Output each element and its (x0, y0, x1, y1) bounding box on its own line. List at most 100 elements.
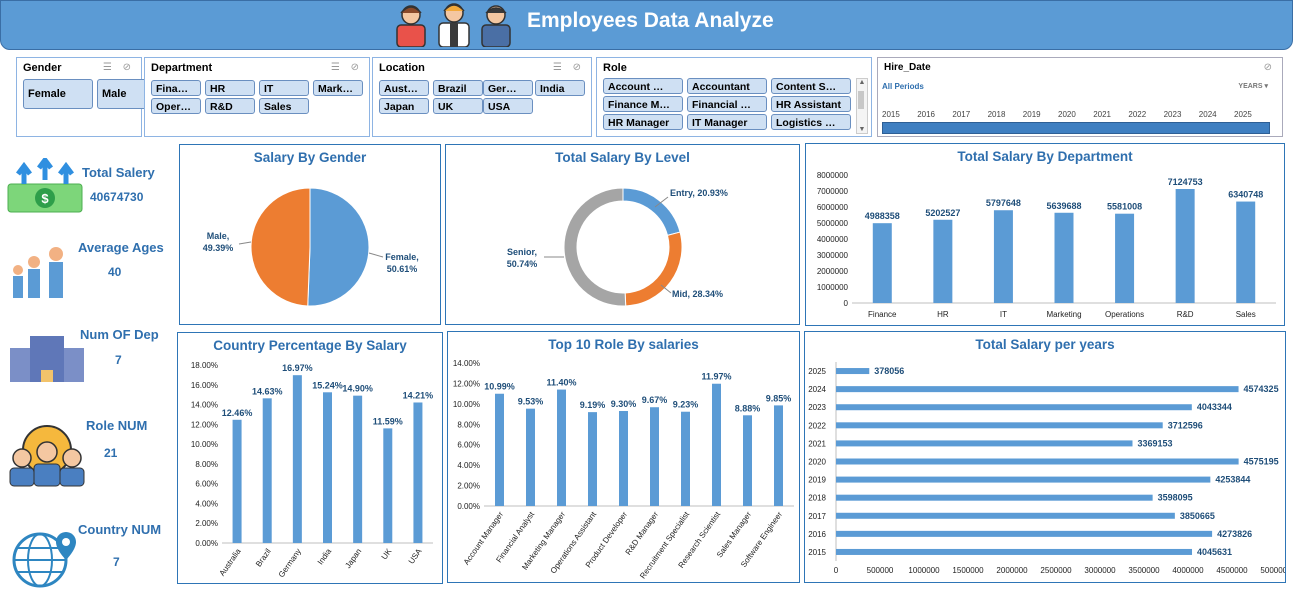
slicer-multiselect-clear-icon[interactable]: ☰ ⊘ (331, 62, 363, 73)
bar-brazil (262, 398, 272, 543)
data-label: 14.63% (252, 386, 283, 396)
slicer-item-uk[interactable]: UK (433, 98, 483, 114)
slicer-item-hr[interactable]: HR (205, 80, 255, 96)
timeline-year-label[interactable]: 2018 (988, 110, 1006, 119)
x-tick-label: USA (407, 546, 424, 565)
timeline-year-label[interactable]: 2024 (1199, 110, 1217, 119)
y-tick-label: 4000000 (817, 235, 849, 244)
slicer-item-female[interactable]: Female (23, 79, 93, 109)
slicer-item-marketing[interactable]: Mark… (313, 80, 363, 96)
slicer-item-role-7[interactable]: HR Manager (603, 114, 683, 130)
bar-hr (933, 219, 953, 303)
bar-marketing-manager (557, 389, 566, 506)
total-salary-label: Total Salery (82, 165, 155, 180)
scroll-up-icon[interactable]: ▲ (857, 79, 867, 86)
timeline-year-label[interactable]: 2016 (917, 110, 935, 119)
scroll-thumb[interactable] (858, 91, 864, 109)
svg-text:$: $ (41, 191, 49, 206)
bar-recruitment-specialist (681, 411, 690, 506)
data-label: 14.90% (342, 384, 373, 394)
timeline-year-label[interactable]: 2025 (1234, 110, 1252, 119)
slicer-item-role-1[interactable]: Account … (603, 78, 683, 94)
all-periods-label: All Periods (882, 82, 924, 91)
data-label: 10.99% (484, 382, 515, 392)
slicer-item-sales[interactable]: Sales (259, 98, 309, 114)
timeline-year-label[interactable]: 2021 (1093, 110, 1111, 119)
timeline-year-label[interactable]: 2022 (1128, 110, 1146, 119)
timeline-year-label[interactable]: 2019 (1023, 110, 1041, 119)
data-label-male: Male, 49.39% (203, 231, 234, 253)
data-label: 4043344 (1197, 402, 1232, 412)
bar-software-engineer (774, 405, 783, 506)
bar-marketing (1054, 212, 1074, 303)
y-tick-label: 8.00% (457, 420, 480, 429)
slicer-item-germany[interactable]: Ger… (483, 80, 533, 96)
dashboard-header: Employees Data Analyze (0, 0, 1293, 50)
y-tick-label: 14.00% (191, 401, 218, 410)
data-label: 4988358 (865, 211, 900, 221)
y-tick-label: 2.00% (195, 519, 218, 528)
slicer-item-india[interactable]: India (535, 80, 585, 96)
x-tick-label: Germany (277, 547, 303, 579)
slicer-item-operations[interactable]: Oper… (151, 98, 201, 114)
slicer-item-role-6[interactable]: HR Assistant (771, 96, 851, 112)
y-tick-label: 7000000 (817, 187, 849, 196)
bar-r-d (1175, 189, 1195, 303)
department-slicer-title: Department (151, 62, 213, 74)
period-unit-dropdown[interactable]: YEARS ▾ (1238, 82, 1268, 90)
slicer-multiselect-clear-icon[interactable]: ☰ ⊘ (103, 62, 135, 73)
x-tick-label: 5000000 (1260, 566, 1285, 575)
timeline-year-label[interactable]: 2020 (1058, 110, 1076, 119)
y-tick-label: 2025 (808, 367, 826, 376)
x-tick-label: 500000 (867, 566, 894, 575)
bar-sales (1236, 201, 1256, 303)
country-bar-svg: 0.00% 2.00% 4.00% 6.00% 8.00% 10.00% 12.00% 14.… (191, 361, 433, 579)
y-tick-label: 10.00% (453, 400, 480, 409)
hire-date-title: Hire_Date (884, 62, 931, 73)
timeline-year-label[interactable]: 2015 (882, 110, 900, 119)
country-percentage-chart: Country Percentage By Salary 0.00% 2.00% 4… (177, 332, 443, 584)
salary-by-level-chart: Total Salary By Level Entry, 20.93% Mid, … (445, 144, 800, 325)
timeline-clear-icon[interactable]: ⊘ (1264, 62, 1276, 73)
bar-australia (232, 419, 242, 543)
slicer-item-rnd[interactable]: R&D (205, 98, 255, 114)
timeline-year-label[interactable]: 2023 (1164, 110, 1182, 119)
role-slicer-scrollbar[interactable]: ▲ ▼ (856, 78, 868, 134)
y-tick-label: 2023 (808, 403, 826, 412)
slicer-item-role-4[interactable]: Finance M… (603, 96, 683, 112)
x-tick-label: UK (380, 546, 394, 561)
x-tick-label: Marketing (1046, 310, 1081, 319)
timeline-year-label[interactable]: 2017 (952, 110, 970, 119)
gender-slicer: Gender ☰ ⊘ Female Male (16, 57, 152, 137)
slicer-item-usa[interactable]: USA (483, 98, 533, 114)
y-tick-label: 3000000 (817, 251, 849, 260)
data-label: 15.24% (312, 380, 343, 390)
hire-date-timeline: Hire_Date ⊘ All Periods YEARS ▾ 2015 2016… (877, 57, 1283, 137)
slicer-item-finance[interactable]: Fina… (151, 80, 201, 96)
slicer-item-role-2[interactable]: Accountant (687, 78, 767, 94)
y-tick-label: 2018 (808, 494, 826, 503)
bar-product-developer (619, 411, 628, 506)
bar-year-2020 (836, 458, 1239, 465)
y-tick-label: 2015 (808, 548, 826, 557)
slicer-item-australia[interactable]: Aust… (379, 80, 429, 96)
bar-sales-manager (743, 415, 752, 506)
scroll-down-icon[interactable]: ▼ (857, 126, 867, 133)
bar-year-2023 (836, 404, 1192, 411)
slicer-item-it[interactable]: IT (259, 80, 309, 96)
salary-by-department-chart: Total Salary By Department 0 1000000 20000… (805, 143, 1285, 326)
slicer-item-role-3[interactable]: Content S… (771, 78, 851, 94)
role-num-value: 21 (104, 446, 118, 460)
data-label-female: Female, 50.61% (385, 252, 419, 274)
slicer-item-japan[interactable]: Japan (379, 98, 429, 114)
slicer-item-role-8[interactable]: IT Manager (687, 114, 767, 130)
slicer-item-role-9[interactable]: Logistics … (771, 114, 851, 130)
slicer-item-role-5[interactable]: Financial … (687, 96, 767, 112)
y-tick-label: 2019 (808, 476, 826, 485)
slicer-multiselect-clear-icon[interactable]: ☰ ⊘ (553, 62, 585, 73)
role-slicer: Role Account … Accountant Content S… Fin… (596, 57, 872, 137)
slicer-item-brazil[interactable]: Brazil (433, 80, 483, 96)
timeline-range-bar[interactable] (882, 122, 1270, 134)
total-salary-value: 40674730 (90, 190, 144, 204)
y-tick-label: 2022 (808, 421, 826, 430)
